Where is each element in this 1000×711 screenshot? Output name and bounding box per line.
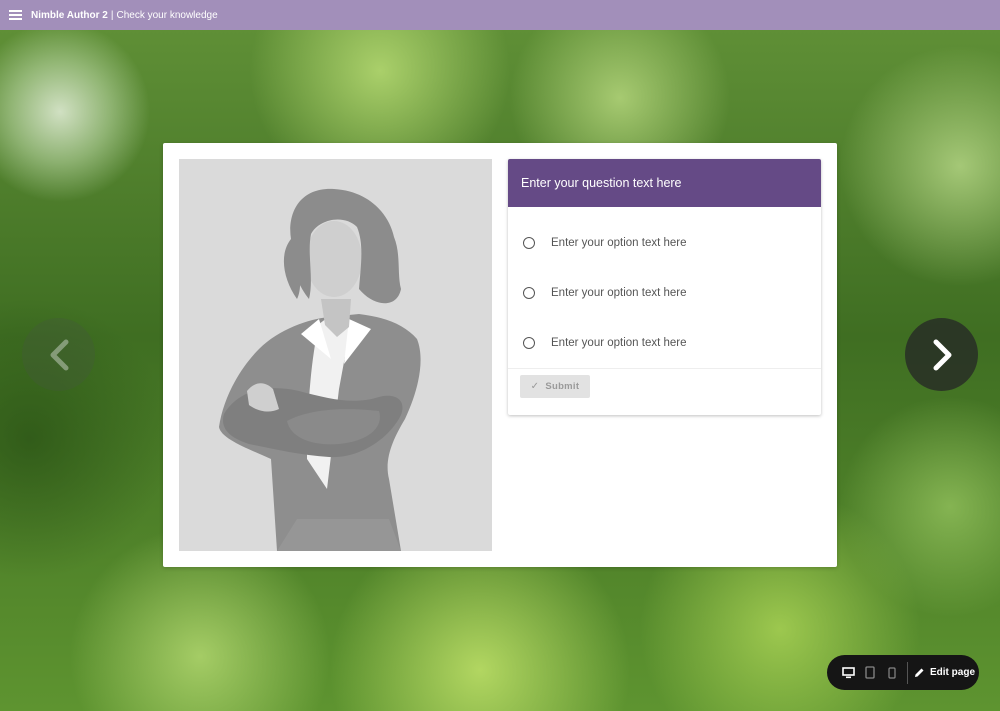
- top-bar: Nimble Author 2 | Check your knowledge: [0, 0, 1000, 30]
- submit-label: Submit: [545, 381, 580, 392]
- option-label-1: Enter your option text here: [551, 237, 687, 249]
- title-separator: |: [110, 9, 114, 21]
- toolbar-divider: [907, 661, 908, 684]
- content-card: Enter your question text here Enter your…: [163, 143, 837, 567]
- options-list: Enter your option text here Enter your o…: [508, 207, 821, 369]
- chevron-right-icon: [933, 339, 951, 370]
- portrait-image: [179, 159, 492, 551]
- menu-icon[interactable]: [9, 10, 22, 20]
- option-1[interactable]: Enter your option text here: [508, 218, 821, 268]
- question-panel: Enter your question text here Enter your…: [508, 159, 821, 415]
- edit-page-label: Edit page: [930, 667, 976, 678]
- next-page-button[interactable]: [905, 318, 978, 391]
- option-label-3: Enter your option text here: [551, 337, 687, 349]
- editor-toolbar: Edit page: [827, 655, 979, 690]
- radio-button-2[interactable]: [523, 287, 535, 299]
- phone-icon[interactable]: [881, 662, 903, 684]
- pencil-icon: [915, 668, 924, 677]
- chevron-left-icon: [50, 339, 68, 370]
- radio-button-1[interactable]: [523, 237, 535, 249]
- question-text: Enter your question text here: [508, 159, 821, 207]
- option-label-2: Enter your option text here: [551, 287, 687, 299]
- app-name: Nimble Author 2: [31, 9, 108, 21]
- desktop-icon[interactable]: [837, 662, 859, 684]
- tablet-icon[interactable]: [859, 662, 881, 684]
- page-title: Check your knowledge: [116, 9, 218, 21]
- previous-page-button[interactable]: [22, 318, 95, 391]
- option-3[interactable]: Enter your option text here: [508, 318, 821, 368]
- edit-page-button[interactable]: Edit page: [914, 667, 975, 678]
- option-2[interactable]: Enter your option text here: [508, 268, 821, 318]
- radio-button-3[interactable]: [523, 337, 535, 349]
- check-icon: ✓: [530, 381, 540, 392]
- submit-button[interactable]: ✓ Submit: [520, 375, 590, 398]
